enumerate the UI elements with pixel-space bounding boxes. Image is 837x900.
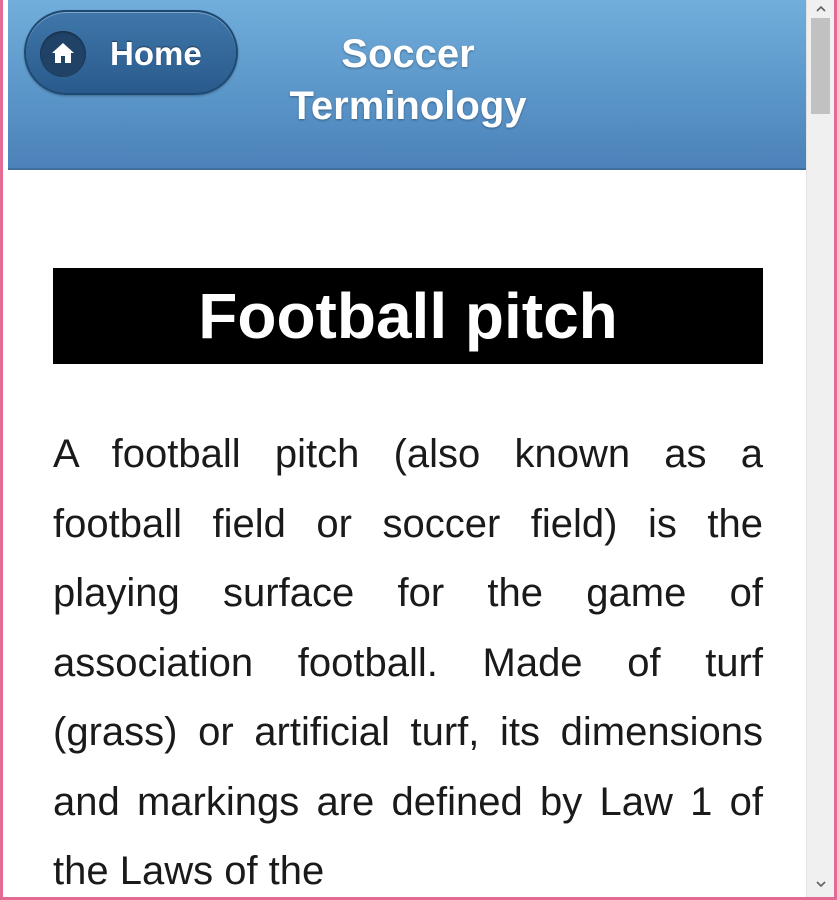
scroll-up-button[interactable] xyxy=(807,0,834,18)
home-button-label: Home xyxy=(110,35,202,72)
header-bar: Home Soccer Terminology xyxy=(8,0,806,170)
scroll-thumb[interactable] xyxy=(811,18,830,114)
article-heading: Football pitch xyxy=(53,268,763,364)
article-body: A football pitch (also known as a footba… xyxy=(53,432,763,893)
vertical-scrollbar[interactable] xyxy=(806,0,834,897)
app-window: Home Soccer Terminology Football pitch A… xyxy=(0,0,837,900)
page-viewport: Home Soccer Terminology Football pitch A… xyxy=(8,0,806,897)
page-title: Soccer Terminology xyxy=(289,32,527,128)
chevron-up-icon xyxy=(815,6,826,12)
scroll-down-button[interactable] xyxy=(807,875,834,893)
chevron-down-icon xyxy=(815,881,826,887)
home-button[interactable]: Home xyxy=(24,10,238,95)
home-icon xyxy=(40,31,86,77)
